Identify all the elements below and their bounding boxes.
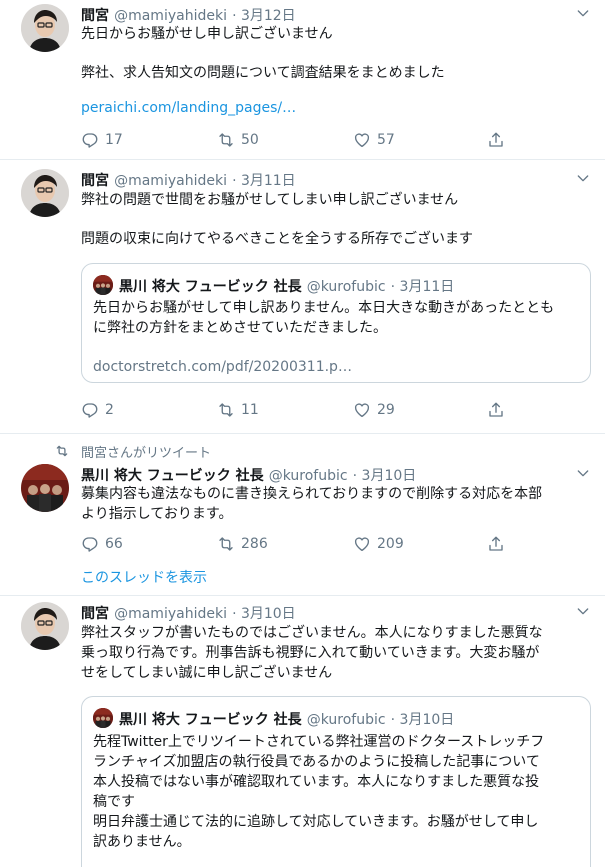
tweet-2[interactable]: 間宮 @mamiyahideki · 3月11日 弊社の問題で世間をお騒がせして…	[0, 160, 605, 434]
tweet-date[interactable]: · 3月10日	[232, 606, 296, 622]
chevron-down-icon[interactable]	[575, 5, 591, 21]
reply-count: 2	[105, 402, 114, 418]
author-name[interactable]: 黒川 将大 フュービック 社長	[81, 468, 264, 484]
reply-count: 17	[105, 132, 123, 148]
avatar[interactable]	[21, 4, 69, 52]
tweet-3[interactable]: 間宮さんがリツイート 黒川 将大 フュービック 社長 @kurofubic · …	[0, 434, 605, 596]
tweet-text: 弊社スタッフが書いたものではございません。本人になりすました悪質な 乗っ取り行為…	[81, 625, 543, 681]
like-button[interactable]: 29	[353, 400, 395, 420]
reply-icon	[81, 401, 99, 419]
quote-link: doctorstretch.com/pdf/20200311.p…	[93, 359, 352, 375]
avatar[interactable]	[21, 169, 69, 217]
retweet-button[interactable]: 50	[217, 130, 259, 150]
quote-author-name: 黒川 将大 フュービック 社長	[119, 279, 302, 295]
like-count: 29	[377, 402, 395, 418]
reply-button[interactable]: 2	[81, 400, 114, 420]
tweet-date[interactable]: · 3月10日	[353, 468, 417, 484]
like-count: 57	[377, 132, 395, 148]
reply-count: 66	[105, 536, 123, 552]
reply-button[interactable]: 66	[81, 534, 123, 554]
retweet-count: 50	[241, 132, 259, 148]
retweet-count: 11	[241, 402, 259, 418]
chevron-down-icon[interactable]	[575, 465, 591, 481]
quote-text: 先日からお騒がせして申し訳ありません。本日大きな動きがあったととも に弊社の方針…	[93, 300, 555, 336]
quote-text: 先程Twitter上でリツイートされている弊社運営のドクターストレッチフ ランチ…	[93, 734, 545, 850]
author-handle[interactable]: @mamiyahideki	[114, 173, 227, 189]
share-icon	[487, 535, 505, 553]
like-count: 209	[377, 536, 404, 552]
author-handle[interactable]: @mamiyahideki	[114, 606, 227, 622]
heart-icon	[353, 535, 371, 553]
tweet-text: 弊社の問題で世間をお騒がせしてしまい申し訳ございません	[81, 192, 459, 208]
avatar[interactable]	[21, 602, 69, 650]
author-handle[interactable]: @mamiyahideki	[114, 8, 227, 24]
retweet-button[interactable]: 286	[217, 534, 268, 554]
author-handle[interactable]: @kurofubic	[269, 468, 348, 484]
retweet-icon	[217, 535, 235, 553]
author-name[interactable]: 間宮	[81, 606, 109, 622]
reply-button[interactable]: 17	[81, 130, 123, 150]
heart-icon	[353, 131, 371, 149]
tweet-date[interactable]: · 3月11日	[232, 173, 296, 189]
quote-date: · 3月11日	[390, 279, 455, 295]
tweet-date[interactable]: · 3月12日	[232, 8, 296, 24]
tweet-text: 弊社、求人告知文の問題について調査結果をまとめました	[81, 65, 445, 81]
tweet-text: 問題の収束に向けてやるべきことを全うする所存でございます	[81, 231, 473, 247]
share-icon	[487, 401, 505, 419]
retweet-icon	[217, 401, 235, 419]
chevron-down-icon[interactable]	[575, 603, 591, 619]
tweet-4[interactable]: 間宮 @mamiyahideki · 3月10日 弊社スタッフが書いたものではご…	[0, 596, 605, 867]
reply-icon	[81, 535, 99, 553]
tweet-link[interactable]: peraichi.com/landing_pages/…	[81, 100, 296, 116]
retweet-small-icon	[55, 444, 69, 458]
quote-avatar	[93, 275, 113, 295]
retweet-button[interactable]: 11	[217, 400, 259, 420]
heart-icon	[353, 401, 371, 419]
quote-author-handle: @kurofubic	[306, 712, 386, 728]
share-button[interactable]	[487, 400, 505, 420]
like-button[interactable]: 57	[353, 130, 395, 150]
share-icon	[487, 131, 505, 149]
share-button[interactable]	[487, 130, 505, 150]
chevron-down-icon[interactable]	[575, 170, 591, 186]
quote-author-name: 黒川 将大 フュービック 社長	[119, 712, 302, 728]
author-name[interactable]: 間宮	[81, 8, 109, 24]
show-thread-link[interactable]: このスレッドを表示	[81, 567, 207, 587]
quote-author-handle: @kurofubic	[306, 279, 386, 295]
quote-date: · 3月10日	[390, 712, 455, 728]
reply-icon	[81, 131, 99, 149]
like-button[interactable]: 209	[353, 534, 404, 554]
tweet-text: 募集内容も違法なものに書き換えられておりますので削除する対応を本部 より指示して…	[81, 486, 543, 522]
tweet-1[interactable]: 間宮 @mamiyahideki · 3月12日 先日からお騒がせし申し訳ござい…	[0, 0, 605, 160]
quoted-tweet[interactable]: 黒川 将大 フュービック 社長 @kurofubic · 3月10日 先程Twi…	[81, 696, 591, 867]
author-name[interactable]: 間宮	[81, 173, 109, 189]
share-button[interactable]	[487, 534, 505, 554]
avatar[interactable]	[21, 464, 69, 512]
tweet-text: 先日からお騒がせし申し訳ございません	[81, 26, 333, 42]
retweet-icon	[217, 131, 235, 149]
retweet-count: 286	[241, 536, 268, 552]
quote-avatar	[93, 708, 113, 728]
quoted-tweet[interactable]: 黒川 将大 フュービック 社長 @kurofubic · 3月11日 先日からお…	[81, 263, 591, 383]
retweeted-by[interactable]: 間宮さんがリツイート	[81, 442, 211, 461]
